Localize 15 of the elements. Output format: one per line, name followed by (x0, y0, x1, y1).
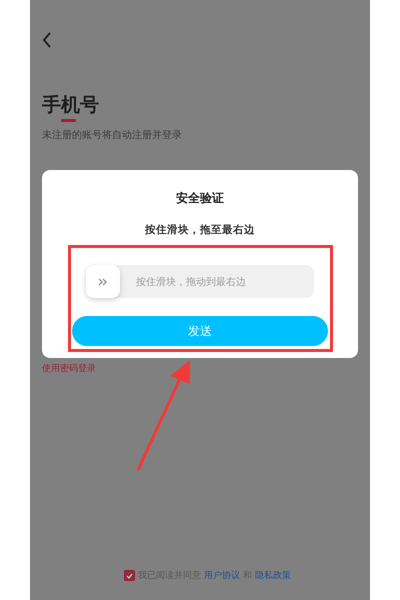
slider-handle[interactable] (86, 265, 120, 298)
dialog-instruction: 按住滑块，拖至最右边 (145, 223, 255, 237)
double-chevron-icon (98, 278, 108, 286)
page-subtitle: 未注册的账号将自动注册并登录 (42, 128, 183, 142)
dialog-title: 安全验证 (176, 190, 224, 207)
password-login-link[interactable]: 使用密码登录 (42, 362, 96, 375)
checkmark-icon (126, 572, 133, 578)
agreement-checkbox[interactable] (124, 570, 135, 581)
slider-placeholder: 按住滑块，拖动到最右边 (136, 276, 246, 288)
page-title: 手机号 (42, 93, 99, 118)
send-button[interactable]: 发送 (72, 316, 328, 346)
user-agreement-link[interactable]: 用户协议 (204, 569, 240, 582)
title-underline (61, 119, 76, 122)
back-icon[interactable] (42, 32, 52, 48)
privacy-policy-link[interactable]: 隐私政策 (255, 569, 291, 582)
